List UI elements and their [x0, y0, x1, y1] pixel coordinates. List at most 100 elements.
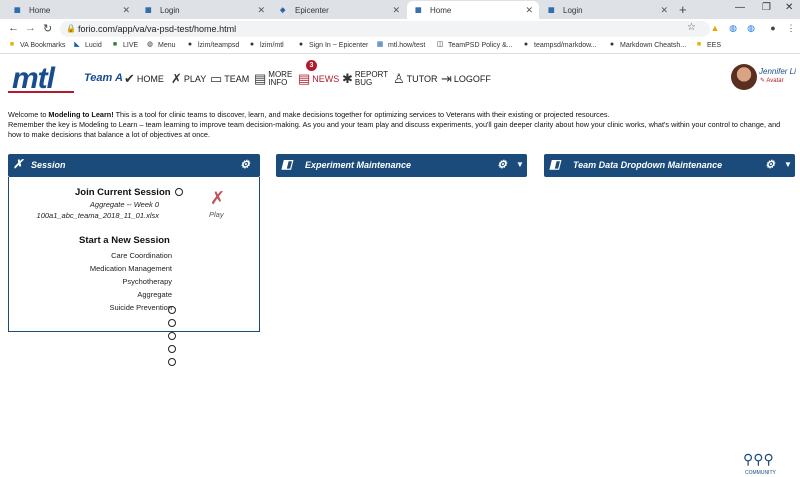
join-session-radio[interactable] — [174, 188, 183, 197]
user-settings-icon[interactable]: ⚙ — [497, 158, 507, 171]
close-icon[interactable]: ✕ — [122, 5, 130, 16]
tab-title: Epicenter — [295, 5, 329, 15]
bookmark-star-icon[interactable]: ☆ — [687, 22, 696, 33]
close-icon[interactable]: ✕ — [660, 5, 668, 16]
community-label: COMMUNITY — [745, 470, 776, 476]
user-settings-icon[interactable]: ⚙ — [765, 158, 775, 171]
lucid-icon: ◣ — [74, 41, 80, 48]
bookmark-item[interactable]: ● Sign In ~ Epicenter — [297, 41, 368, 49]
play-icon: ✗ — [171, 71, 182, 86]
doc-icon: ◫ — [436, 41, 444, 48]
page-content: mtl Team A ✔ HOME ✗ PLAY ▭ TEAM ▤ MORE I… — [0, 55, 800, 477]
browser-tab[interactable]: ▦ Login ✕ — [540, 1, 674, 19]
live-icon: ■ — [112, 41, 118, 48]
session-option[interactable]: Psychotherapy — [122, 277, 172, 286]
avatar-edit-link[interactable]: ✎ Avatar — [760, 77, 784, 84]
address-bar[interactable]: 🔒 forio.com/app/va/va-psd-test/home.html — [60, 21, 710, 37]
nav-news[interactable]: ▤ NEWS 3 — [298, 60, 339, 90]
bookmark-item[interactable]: ◫ TeamPSD Policy &... — [436, 41, 513, 49]
github-icon: ● — [187, 41, 193, 48]
bookmark-label: EES — [707, 41, 722, 49]
join-session-title[interactable]: Join Current Session — [75, 187, 183, 198]
reload-icon[interactable]: ↻ — [43, 22, 52, 35]
option-radio[interactable] — [168, 306, 176, 314]
option-radio[interactable] — [168, 358, 176, 366]
bookmark-item[interactable]: ■ LIVE — [111, 41, 138, 49]
option-radio[interactable] — [168, 332, 176, 340]
welcome-text: Welcome to Modeling to Learn! This is a … — [8, 110, 793, 140]
bookmark-item[interactable]: ■ EES — [695, 41, 721, 49]
bookmark-label: Sign In ~ Epicenter — [309, 41, 369, 49]
logoff-icon: ⇥ — [441, 71, 452, 86]
avatar-link-label: Avatar — [766, 78, 784, 84]
chevron-down-icon[interactable]: ▼ — [784, 160, 792, 169]
bookmark-item[interactable]: ● teampsd/markdow... — [522, 41, 597, 49]
bookmark-item[interactable]: ■ VA Bookmarks — [8, 41, 66, 49]
chevron-down-icon[interactable]: ▼ — [516, 160, 524, 169]
menu-kebab-icon[interactable]: ⋮ — [786, 23, 796, 33]
bookmark-label: VA Bookmarks — [20, 41, 66, 49]
nav-tutor[interactable]: ♙ TUTOR — [393, 68, 438, 90]
new-tab-button[interactable]: + — [679, 2, 687, 17]
experiment-panel-header[interactable]: ◧ Experiment Maintenance ⚙ ▼ — [276, 154, 527, 177]
nav-more-info[interactable]: ▤ MORE INFO — [254, 68, 292, 90]
play-label[interactable]: Play — [209, 210, 224, 219]
runner-icon: ✗ — [13, 157, 24, 171]
bookmark-item[interactable]: ◍ Menu — [146, 41, 176, 49]
welcome-line2: Remember the key is Modeling to Learn – … — [8, 120, 781, 139]
bookmark-item[interactable]: ◣ Lucid — [73, 41, 101, 49]
welcome-intro: Welcome to — [8, 110, 49, 119]
address-bar-url: forio.com/app/va/va-psd-test/home.html — [78, 24, 237, 34]
browser-tab[interactable]: ◈ Epicenter ✕ — [272, 1, 406, 19]
github-icon: ● — [523, 41, 529, 48]
bookmark-label: mtl.how/test — [388, 41, 426, 49]
globe-extension-icon[interactable]: ◍ — [728, 23, 738, 33]
close-icon[interactable]: ✕ — [257, 5, 265, 16]
bookmark-item[interactable]: ● lzim/teampsd — [186, 41, 239, 49]
epicenter-favicon-icon: ◈ — [280, 6, 286, 14]
nav-team[interactable]: ▭ TEAM — [210, 68, 249, 90]
close-icon[interactable]: ✕ — [392, 5, 400, 16]
team-data-panel-header[interactable]: ◧ Team Data Dropdown Maintenance ⚙ ▼ — [544, 154, 795, 177]
nav-home[interactable]: ✔ HOME — [124, 68, 164, 90]
profile-icon[interactable]: ● — [768, 23, 778, 33]
session-option[interactable]: Aggregate — [137, 290, 172, 299]
bookmark-item[interactable]: ▦ mtl.how/test — [376, 41, 426, 49]
option-radio[interactable] — [168, 319, 176, 327]
forward-arrow-icon[interactable]: → — [25, 22, 36, 34]
avatar[interactable] — [731, 64, 757, 90]
community-icon[interactable]: ⚲⚲⚲ — [743, 451, 774, 468]
extension-icon[interactable]: ▲ — [710, 23, 720, 33]
nav-label: REPORT BUG — [354, 70, 389, 87]
join-session-detail: Aggregate -- Week 0 — [89, 200, 159, 209]
session-option[interactable]: Medication Management — [90, 264, 172, 273]
option-radio[interactable] — [168, 345, 176, 353]
bookmark-label: Markdown Cheatsh... — [620, 41, 687, 49]
browser-tab[interactable]: ▦ Login ✕ — [137, 1, 271, 19]
close-icon[interactable]: ✕ — [525, 5, 533, 16]
globe-extension-icon[interactable]: ◍ — [746, 23, 756, 33]
window-close-button[interactable]: ✕ — [785, 2, 793, 13]
mtl-favicon-icon: ▦ — [14, 6, 21, 14]
nav-play[interactable]: ✗ PLAY — [171, 68, 206, 90]
bookmark-item[interactable]: ● Markdown Cheatsh... — [608, 41, 686, 49]
bookmark-label: LIVE — [123, 41, 139, 49]
session-option[interactable]: Suicide Prevention — [109, 303, 172, 312]
restore-button[interactable]: ❐ — [762, 2, 771, 13]
browser-tab-active[interactable]: ▦ Home ✕ — [407, 1, 539, 19]
panel-title: Team Data Dropdown Maintenance — [573, 160, 723, 170]
user-settings-icon[interactable]: ⚙ — [240, 158, 250, 171]
back-arrow-icon[interactable]: ← — [8, 22, 19, 34]
minimize-button[interactable]: — — [735, 2, 745, 13]
news-icon: ▤ — [298, 71, 311, 86]
nav-report-bug[interactable]: ✱ REPORT BUG — [342, 68, 388, 90]
nav-label: TUTOR — [406, 74, 438, 84]
tab-title: Home — [29, 5, 51, 15]
bookmark-item[interactable]: ● lzim/mtl — [248, 41, 284, 49]
session-option[interactable]: Care Coordination — [111, 251, 172, 260]
browser-tab[interactable]: ▦ Home ✕ — [6, 1, 136, 19]
user-name: Jennifer Li — [759, 67, 796, 76]
session-panel-header: ✗ Session ⚙ — [8, 154, 260, 177]
play-figure-icon[interactable]: ✗ — [210, 188, 225, 209]
nav-logoff[interactable]: ⇥ LOGOFF — [441, 68, 491, 90]
